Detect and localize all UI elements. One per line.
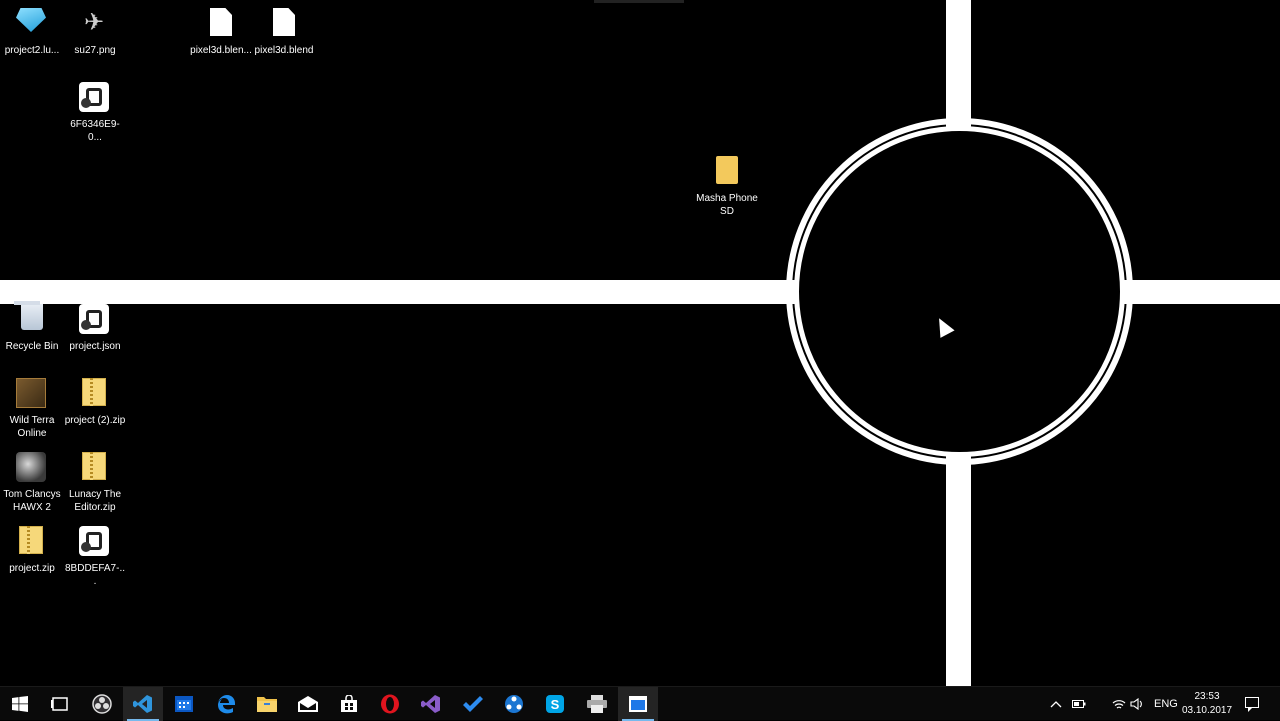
skype-icon: S bbox=[546, 695, 564, 713]
zip-folder-icon bbox=[79, 378, 111, 410]
script-icon bbox=[79, 304, 111, 336]
desktop-icon-label: 8BDDEFA7-... bbox=[64, 563, 126, 587]
window-icon bbox=[629, 696, 647, 712]
desktop-icon-lunacy-zip[interactable]: Lunacy The Editor.zip bbox=[63, 446, 127, 514]
desktop-icon-label: pixel3d.blen... bbox=[190, 45, 252, 56]
desktop-icon-label: project (2).zip bbox=[64, 415, 126, 426]
file-explorer-button[interactable] bbox=[247, 687, 287, 721]
desktop-icon-label: Recycle Bin bbox=[5, 341, 59, 352]
windows-icon bbox=[12, 696, 28, 712]
desktop-icon-project-json[interactable]: project.json bbox=[63, 298, 127, 353]
desktop-icon-label: Lunacy The Editor.zip bbox=[68, 489, 122, 513]
folder-icon bbox=[257, 697, 277, 712]
edge-icon bbox=[218, 695, 235, 714]
vscode-icon bbox=[133, 695, 152, 713]
obs-button[interactable] bbox=[82, 687, 122, 721]
taskbar: S ENG 23:53 03.10.2017 bbox=[0, 686, 1280, 721]
mail-icon bbox=[298, 696, 318, 712]
clock-time: 23:53 bbox=[1194, 691, 1220, 702]
game-shortcut-icon bbox=[16, 452, 48, 484]
todo-button[interactable] bbox=[453, 687, 493, 721]
desktop-icon-hawx2[interactable]: Tom Clancys HAWX 2 bbox=[0, 446, 64, 514]
desktop-icon-8bddefa7[interactable]: 8BDDEFA7-... bbox=[63, 520, 127, 588]
vscode-button[interactable] bbox=[123, 687, 163, 721]
script-icon bbox=[79, 82, 111, 114]
zip-folder-icon bbox=[16, 526, 48, 558]
desktop-icon-project-zip[interactable]: project.zip bbox=[0, 520, 64, 575]
calendar-icon bbox=[175, 696, 193, 712]
clock-date: 03.10.2017 bbox=[1181, 705, 1233, 716]
desktop-icon-project2[interactable]: project2.lu... bbox=[0, 2, 64, 57]
active-window-button[interactable] bbox=[618, 687, 658, 721]
desktop-icon-project-2-zip[interactable]: project (2).zip bbox=[63, 372, 127, 427]
desktop-icon-label: project.zip bbox=[9, 563, 55, 574]
language-indicator[interactable]: ENG bbox=[1154, 687, 1178, 721]
printer-icon bbox=[587, 695, 607, 713]
window-edge-line bbox=[594, 0, 684, 3]
desktop-icon-label: pixel3d.blend bbox=[254, 45, 314, 56]
desktop-icon-pixel3d-blend1[interactable]: pixel3d.blen... bbox=[189, 2, 253, 57]
store-icon bbox=[341, 695, 357, 712]
game-shortcut-icon bbox=[16, 378, 48, 410]
visual-studio-button[interactable] bbox=[411, 687, 451, 721]
task-view-button[interactable] bbox=[40, 687, 80, 721]
desktop-icon-label: su27.png bbox=[74, 45, 116, 56]
wifi-icon[interactable] bbox=[1112, 687, 1126, 721]
checkmark-icon bbox=[463, 696, 483, 712]
cube-app-icon bbox=[16, 8, 48, 40]
document-icon bbox=[205, 8, 237, 40]
jet-image-icon: ✈ bbox=[83, 9, 105, 36]
desktop-wallpaper bbox=[0, 0, 1280, 686]
desktop-icon-pixel3d-blend[interactable]: pixel3d.blend bbox=[252, 2, 316, 57]
skype-button[interactable]: S bbox=[535, 687, 575, 721]
opera-button[interactable] bbox=[370, 687, 410, 721]
desktop-icon-recycle-bin[interactable]: Recycle Bin bbox=[0, 298, 64, 353]
desktop-icon-label: project2.lu... bbox=[4, 45, 60, 56]
obs-icon bbox=[92, 694, 112, 714]
desktop-icon-label: Masha Phone SD bbox=[696, 193, 758, 217]
tray-battery-icon[interactable] bbox=[1072, 687, 1086, 721]
visual-studio-icon bbox=[421, 695, 440, 713]
network-icon bbox=[505, 695, 523, 713]
desktop-icon-label: Wild Terra Online bbox=[9, 415, 55, 439]
document-icon bbox=[268, 8, 300, 40]
desktop-icon-label: project.json bbox=[69, 341, 121, 352]
mail-button[interactable] bbox=[288, 687, 328, 721]
svg-text:S: S bbox=[551, 697, 560, 712]
task-view-icon bbox=[51, 697, 68, 711]
crosshair-center-gap-vertical bbox=[946, 167, 971, 417]
desktop-icon-wild-terra[interactable]: Wild Terra Online bbox=[0, 372, 64, 440]
desktop-icon-label: Tom Clancys HAWX 2 bbox=[3, 489, 61, 513]
edge-button[interactable] bbox=[206, 687, 246, 721]
opera-icon bbox=[381, 694, 399, 714]
script-icon bbox=[79, 526, 111, 558]
printer-app-button[interactable] bbox=[577, 687, 617, 721]
desktop-icon-6f6346e9[interactable]: 6F6346E9-0... bbox=[63, 76, 127, 144]
desktop-icon-masha-phone-sd[interactable]: Masha Phone SD bbox=[695, 150, 759, 218]
recycle-bin-icon bbox=[16, 304, 48, 336]
tray-chevron-up-icon[interactable] bbox=[1050, 687, 1062, 721]
zip-folder-icon bbox=[79, 452, 111, 484]
start-button[interactable] bbox=[0, 687, 40, 721]
system-clock[interactable]: 23:53 03.10.2017 bbox=[1178, 690, 1236, 718]
volume-icon[interactable] bbox=[1130, 687, 1144, 721]
store-button[interactable] bbox=[329, 687, 369, 721]
folder-icon bbox=[711, 156, 743, 188]
calendar-app-button[interactable] bbox=[164, 687, 204, 721]
network-app-button[interactable] bbox=[494, 687, 534, 721]
action-center-icon[interactable] bbox=[1242, 694, 1262, 714]
desktop-icon-su27[interactable]: ✈ su27.png bbox=[63, 2, 127, 57]
desktop-icon-label: 6F6346E9-0... bbox=[70, 119, 120, 143]
